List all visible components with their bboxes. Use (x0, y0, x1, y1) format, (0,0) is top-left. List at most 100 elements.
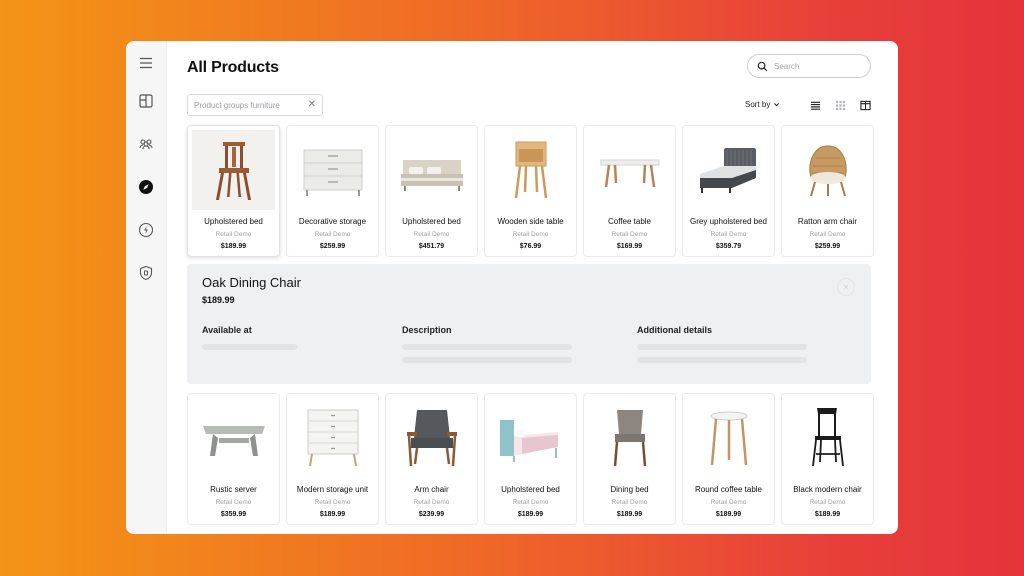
skeleton-line (402, 357, 572, 363)
product-name: Coffee table (608, 217, 651, 226)
shield-icon[interactable] (136, 263, 156, 283)
product-vendor: Retail Demo (215, 231, 252, 238)
product-price: $359.99 (220, 511, 247, 518)
product-vendor: Retail Demo (413, 499, 450, 506)
skeleton-line (637, 344, 807, 350)
product-price: $189.99 (319, 511, 346, 518)
rattan-chair-icon (808, 145, 847, 197)
skeleton-line (637, 357, 807, 363)
product-image (291, 130, 374, 210)
product-name: Modern storage unit (296, 485, 369, 494)
product-card[interactable]: Decorative storage Retail Demo $259.99 (286, 125, 379, 257)
main-content: All Products Product groups furniture ✕ … (167, 41, 898, 534)
product-name: Rustic server (210, 485, 257, 494)
product-name: Round coffee table (694, 485, 762, 494)
users-icon[interactable] (136, 134, 156, 154)
split-view-icon[interactable] (858, 98, 872, 112)
product-price: $169.99 (616, 243, 643, 250)
product-image (687, 398, 770, 478)
product-price: $259.99 (814, 243, 841, 250)
close-icon[interactable]: ✕ (837, 278, 855, 296)
product-name: Ratton arm chair (797, 217, 858, 226)
product-vendor: Retail Demo (512, 499, 549, 506)
app-window: All Products Product groups furniture ✕ … (126, 41, 898, 534)
available-at-heading: Available at (202, 325, 252, 335)
product-card[interactable]: Upholstered bed Retail Demo $189.99 (484, 393, 577, 525)
search-input[interactable] (774, 61, 858, 71)
product-image (588, 130, 671, 210)
grid-view-icon[interactable] (833, 98, 847, 112)
product-card[interactable]: Ratton arm chair Retail Demo $259.99 (781, 125, 874, 257)
detail-price: $189.99 (202, 295, 235, 305)
product-name: Upholstered bed (204, 217, 263, 226)
sort-by-dropdown[interactable]: Sort by (745, 100, 780, 109)
product-detail-panel: Oak Dining Chair $189.99 ✕ Available at … (187, 264, 871, 384)
product-image (390, 398, 473, 478)
product-price: $259.99 (319, 243, 346, 250)
chair-icon (215, 142, 251, 200)
teal-bed-icon (499, 420, 558, 462)
close-icon[interactable]: ✕ (308, 100, 316, 110)
product-image (786, 398, 869, 478)
product-image (687, 130, 770, 210)
filter-chip[interactable]: Product groups furniture ✕ (187, 94, 323, 116)
product-card[interactable]: Round coffee table Retail Demo $189.99 (682, 393, 775, 525)
product-vendor: Retail Demo (611, 499, 648, 506)
product-card[interactable]: Black modern chair Retail Demo $189.99 (781, 393, 874, 525)
product-name: Upholstered bed (402, 217, 461, 226)
product-card[interactable]: Modern storage unit Retail Demo $189.99 (286, 393, 379, 525)
dashboard-icon[interactable] (136, 91, 156, 111)
product-card[interactable]: Wooden side table Retail Demo $76.99 (484, 125, 577, 257)
dresser-icon (303, 149, 362, 196)
product-name: Grey upholstered bed (690, 217, 767, 226)
round-table-icon (710, 411, 747, 466)
additional-details-heading: Additional details (637, 325, 713, 335)
coffee-table-icon (600, 159, 659, 188)
product-price: $189.99 (715, 511, 742, 518)
product-card[interactable]: Rustic server Retail Demo $359.99 (187, 393, 280, 525)
product-card[interactable]: Dining bed Retail Demo $189.99 (583, 393, 676, 525)
product-image (390, 130, 473, 210)
product-price: $189.99 (616, 511, 643, 518)
chevron-down-icon (774, 103, 780, 107)
product-price: $189.99 (517, 511, 544, 518)
product-price: $189.99 (220, 243, 247, 250)
search-box[interactable] (747, 54, 871, 78)
product-price: $76.99 (519, 243, 542, 250)
page-title: All Products (187, 59, 279, 76)
product-image (291, 398, 374, 478)
grey-bed-icon (699, 148, 756, 193)
product-vendor: Retail Demo (413, 231, 450, 238)
lightning-icon[interactable] (136, 220, 156, 240)
product-card[interactable]: Grey upholstered bed Retail Demo $359.79 (682, 125, 775, 257)
black-chair-icon (811, 408, 844, 467)
product-vendor: Retail Demo (809, 231, 846, 238)
dining-chair-icon (613, 410, 646, 467)
product-image (489, 398, 572, 478)
product-name: Upholstered bed (501, 485, 560, 494)
product-name: Wooden side table (497, 217, 564, 226)
product-image (192, 398, 275, 478)
product-image (192, 130, 275, 210)
product-card[interactable]: Upholstered bed Retail Demo $189.99 (187, 125, 280, 257)
hamburger-menu-icon[interactable] (136, 53, 156, 73)
product-vendor: Retail Demo (611, 231, 648, 238)
skeleton-line (202, 344, 297, 350)
product-card[interactable]: Arm chair Retail Demo $239.99 (385, 393, 478, 525)
product-price: $359.79 (715, 243, 742, 250)
armchair-icon (406, 410, 457, 467)
product-name: Decorative storage (298, 217, 367, 226)
side-table-icon (514, 141, 547, 199)
list-view-icon[interactable] (808, 98, 822, 112)
sidebar (126, 41, 167, 534)
search-icon (757, 61, 768, 71)
compass-icon[interactable] (136, 177, 156, 197)
bench-icon (202, 426, 265, 456)
product-name: Black modern chair (793, 485, 862, 494)
product-card[interactable]: Coffee table Retail Demo $169.99 (583, 125, 676, 257)
product-card[interactable]: Upholstered bed Retail Demo $451.79 (385, 125, 478, 257)
product-vendor: Retail Demo (512, 231, 549, 238)
product-vendor: Retail Demo (809, 499, 846, 506)
white-dresser-icon (307, 409, 358, 467)
bed-icon (400, 160, 463, 191)
